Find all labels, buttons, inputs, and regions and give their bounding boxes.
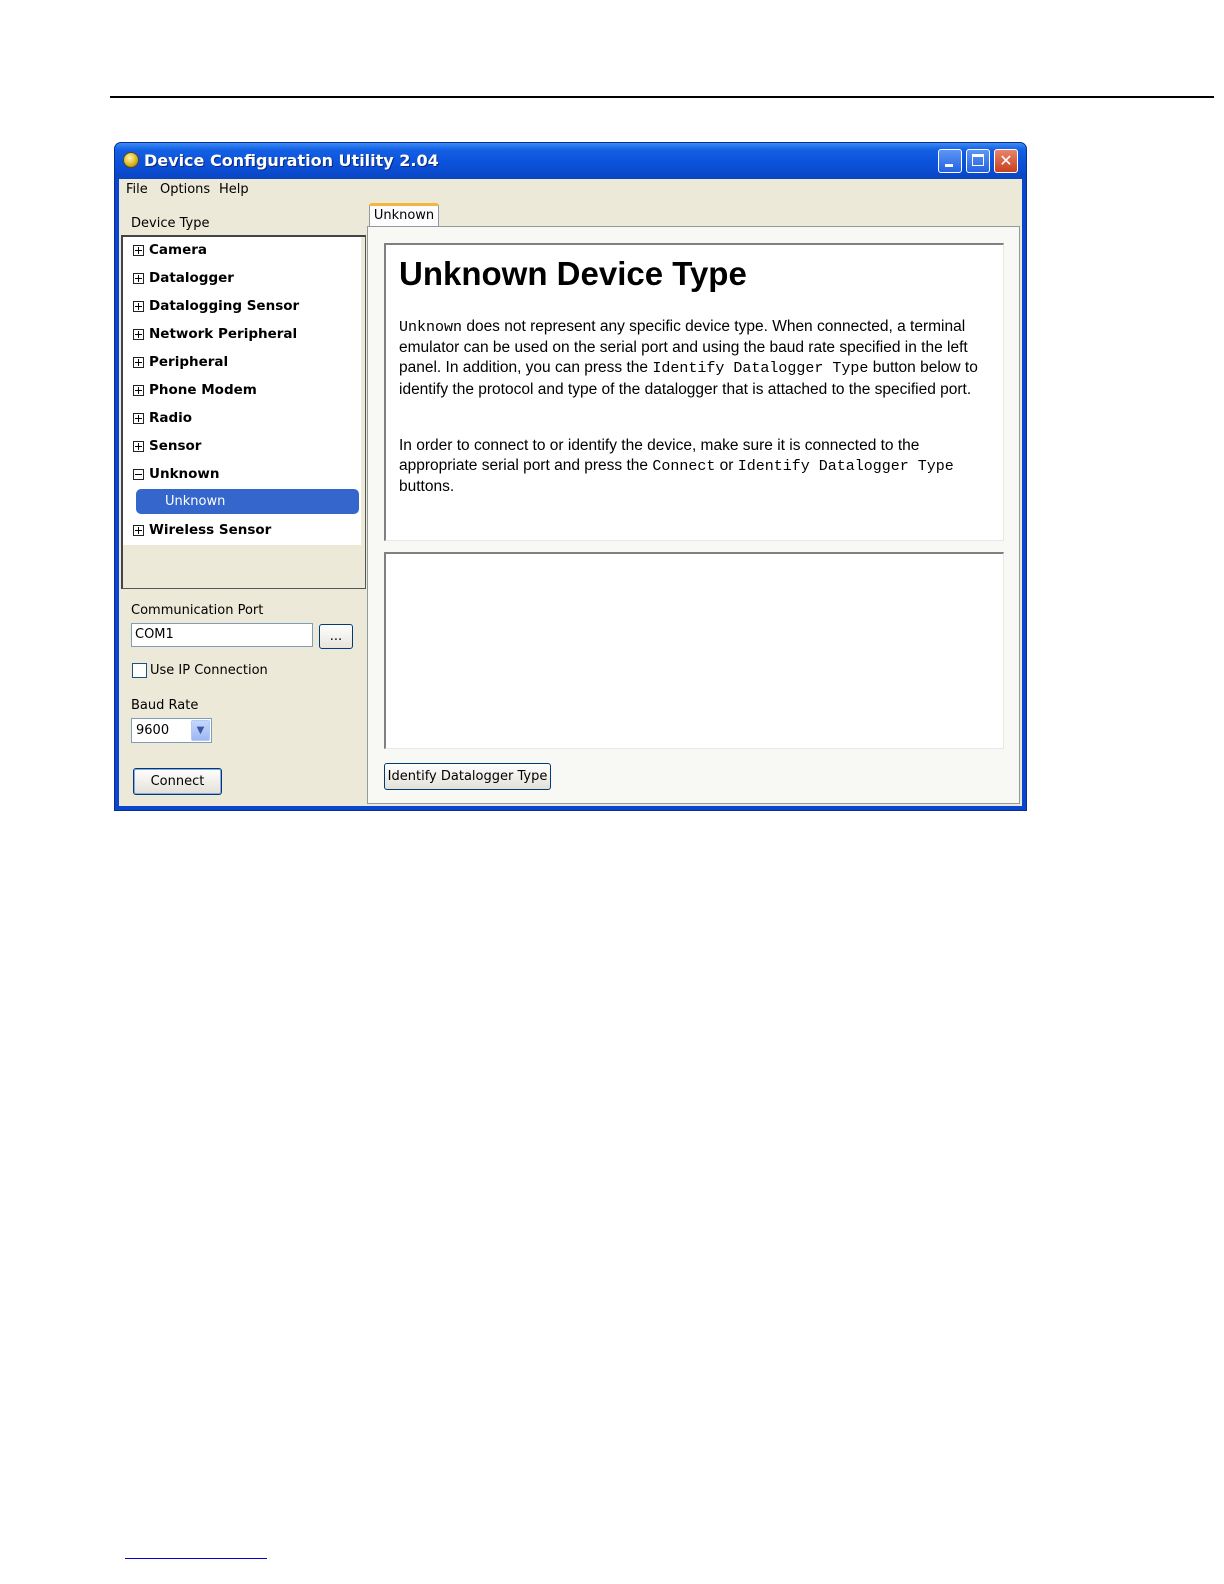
tree-node-datalogging-sensor[interactable]: Datalogging Sensor [133,295,299,317]
tab-panel: Unknown Device Type Unknown does not rep… [367,226,1020,804]
device-type-tree[interactable]: Camera Datalogger Datalogging Sensor Net… [121,235,366,589]
tree-child-unknown-selected[interactable]: Unknown [136,489,359,514]
maximize-button[interactable] [966,149,990,173]
device-info-paragraph-1: Unknown does not represent any specific … [399,317,995,400]
menu-options[interactable]: Options [160,182,210,197]
connect-button[interactable]: Connect [133,768,222,795]
tree-node-phone-modem[interactable]: Phone Modem [133,379,257,401]
tree-node-sensor[interactable]: Sensor [133,435,201,457]
chevron-down-icon[interactable]: ▼ [191,720,210,741]
code-text: Identify Datalogger Type [737,458,954,476]
tree-node-label: Wireless Sensor [149,522,272,538]
window-title: Device Configuration Utility 2.04 [144,151,439,170]
title-bar[interactable]: Device Configuration Utility 2.04 ✕ [115,143,1026,179]
tree-node-label: Sensor [149,438,202,454]
expand-icon[interactable] [133,356,144,368]
communication-port-input[interactable]: COM1 [131,623,313,647]
tree-node-datalogger[interactable]: Datalogger [133,267,234,289]
use-ip-label[interactable]: Use IP Connection [150,663,268,678]
tree-node-unknown[interactable]: Unknown [133,463,220,485]
tree-node-label: Camera [149,242,208,258]
tree-list: Camera Datalogger Datalogging Sensor Net… [123,237,361,545]
expand-icon[interactable] [133,244,144,256]
communication-port-label: Communication Port [131,603,264,618]
code-text: Identify Datalogger Type [652,360,869,378]
tab-unknown[interactable]: Unknown [369,203,439,227]
device-type-label: Device Type [131,216,210,231]
browse-port-button[interactable]: ... [319,624,353,649]
tree-node-camera[interactable]: Camera [133,239,207,261]
expand-icon[interactable] [133,328,144,340]
expand-icon[interactable] [133,524,144,536]
maximize-icon [972,154,984,166]
baud-rate-value: 9600 [136,723,170,738]
tree-node-label: Network Peripheral [149,326,298,342]
baud-rate-select[interactable]: 9600 ▼ [131,718,212,743]
paragraph-text: buttons. [399,478,455,496]
close-button[interactable]: ✕ [994,149,1018,173]
menu-file[interactable]: File [126,182,148,197]
tree-node-label: Phone Modem [149,382,257,398]
window-client: File Options Help Device Type Camera Dat… [119,179,1022,806]
tree-node-label: Peripheral [149,354,229,370]
tree-node-wireless-sensor[interactable]: Wireless Sensor [133,519,271,541]
app-window: Device Configuration Utility 2.04 ✕ File… [114,142,1027,811]
tree-node-radio[interactable]: Radio [133,407,192,429]
expand-icon[interactable] [133,412,144,424]
tree-node-network-peripheral[interactable]: Network Peripheral [133,323,297,345]
baud-rate-label: Baud Rate [131,698,199,713]
device-info-heading: Unknown Device Type [399,255,747,292]
identify-datalogger-button[interactable]: Identify Datalogger Type [384,763,551,790]
menu-help[interactable]: Help [219,182,249,197]
expand-icon[interactable] [133,440,144,452]
device-info-paragraph-2: In order to connect to or identify the d… [399,436,995,498]
code-text: Unknown [399,319,463,336]
device-info-box: Unknown Device Type Unknown does not rep… [384,243,1004,541]
menu-bar: File Options Help [119,179,1022,201]
paragraph-text: or [715,457,738,475]
close-icon: ✕ [999,151,1013,170]
footnote-rule [125,1558,267,1559]
tree-node-label: Datalogger [149,270,234,286]
output-box[interactable] [384,552,1004,749]
minimize-icon [945,164,953,167]
expand-icon[interactable] [133,384,144,396]
expand-icon[interactable] [133,272,144,284]
collapse-icon[interactable] [133,468,144,480]
tree-node-label: Datalogging Sensor [149,298,300,314]
page-header-rule [110,96,1214,98]
tree-node-label: Radio [149,410,193,426]
expand-icon[interactable] [133,300,144,312]
code-text: Connect [652,458,716,476]
app-icon [123,152,139,168]
tree-node-label: Unknown [149,466,220,482]
tree-node-peripheral[interactable]: Peripheral [133,351,228,373]
minimize-button[interactable] [938,149,962,173]
use-ip-checkbox[interactable] [132,663,147,678]
